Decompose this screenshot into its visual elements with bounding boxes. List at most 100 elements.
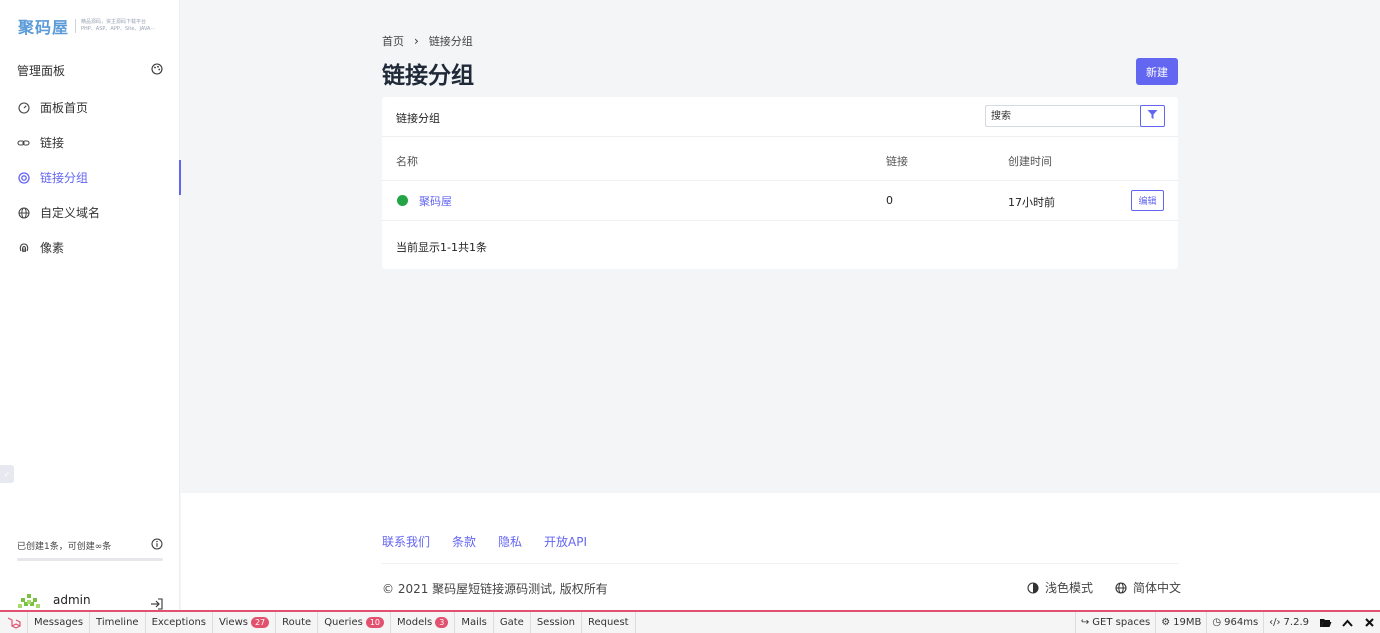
folder-open-icon[interactable]	[1314, 612, 1336, 633]
debug-tab-timeline[interactable]: Timeline	[90, 612, 146, 633]
code-icon: ‹/›	[1269, 617, 1281, 628]
footer-links: 联系我们 条款 隐私 开放API	[382, 533, 587, 550]
language-label: 简体中文	[1133, 581, 1182, 595]
user-name: admin	[53, 593, 91, 607]
clock-icon: ◷	[1212, 617, 1222, 628]
footer-settings: 浅色模式 简体中文	[1027, 579, 1181, 596]
sidebar-item-custom-domains[interactable]: 自定义域名	[0, 195, 180, 230]
edit-button[interactable]: 编辑	[1131, 190, 1164, 211]
debug-tab-route[interactable]: Route	[276, 612, 319, 633]
sidebar-item-links[interactable]: 链接	[0, 125, 180, 160]
chevron-up-icon[interactable]	[1336, 612, 1358, 633]
request-info[interactable]: ↪ GET spaces	[1074, 612, 1155, 633]
tab-label: Queries	[324, 617, 363, 628]
sidebar-item-label: 链接分组	[40, 171, 89, 185]
column-header-name: 名称	[396, 155, 418, 168]
debug-tab-queries[interactable]: Queries 10	[318, 612, 391, 633]
info-icon[interactable]	[151, 538, 163, 553]
count-badge: 10	[365, 617, 384, 628]
dashboard-icon	[17, 101, 30, 114]
breadcrumb-current: 链接分组	[428, 35, 473, 48]
filter-button[interactable]	[1140, 105, 1165, 127]
panel-title: 管理面板	[17, 62, 163, 79]
php-version-value: 7.2.9	[1283, 617, 1309, 628]
search-input[interactable]	[985, 105, 1141, 127]
contrast-icon	[1027, 581, 1039, 594]
sidebar-item-label: 像素	[40, 241, 65, 255]
card-header: 链接分组	[382, 97, 1178, 137]
memory-value: 19MB	[1173, 617, 1202, 628]
card-title: 链接分组	[396, 112, 440, 125]
links-count: 0	[886, 194, 893, 207]
quota-progress-bar	[17, 558, 163, 561]
sidebar-item-pixels[interactable]: 像素	[0, 230, 180, 265]
column-header-links: 链接	[886, 155, 908, 168]
sidebar-item-label: 面板首页	[40, 101, 89, 115]
logo[interactable]: 聚码屋 精品源码，资主源码下载平台 PHP、ASP、APP、Site、JAVA·…	[18, 14, 155, 38]
avatar	[17, 590, 41, 610]
sidebar-item-dashboard[interactable]: 面板首页	[0, 90, 180, 125]
request-label: GET spaces	[1092, 617, 1151, 628]
new-button[interactable]: 新建	[1136, 58, 1178, 85]
pagination-info: 当前显示1-1共1条	[396, 241, 487, 254]
status-dot	[397, 195, 408, 206]
globe-icon	[1115, 581, 1127, 594]
theme-label: 浅色模式	[1045, 581, 1094, 595]
quota-info: 已创建1条，可创建∞条	[17, 538, 163, 553]
debug-tab-exceptions[interactable]: Exceptions	[146, 612, 214, 633]
sidebar-item-label: 自定义域名	[40, 206, 101, 220]
breadcrumb-home[interactable]: 首页	[382, 33, 404, 49]
close-icon[interactable]	[1358, 612, 1380, 633]
link-groups-card: 链接分组 名称 链接 创建时间 聚码屋 0 17小时前 编辑 当前显示1-1共1…	[382, 97, 1178, 269]
check-icon: ✓	[3, 469, 11, 479]
user-profile[interactable]: admin	[17, 590, 163, 610]
link-icon	[17, 136, 30, 149]
count-badge: 3	[435, 617, 449, 628]
share-icon: ↪	[1080, 617, 1090, 628]
language-selector[interactable]: 简体中文	[1115, 579, 1181, 596]
debug-stats: ↪ GET spaces ⚙ 19MB ◷ 964ms ‹/› 7.2.9	[1074, 612, 1380, 633]
sidebar-item-link-groups[interactable]: 链接分组	[0, 160, 181, 195]
palette-icon[interactable]	[151, 63, 163, 78]
tab-label: Views	[219, 617, 248, 628]
debug-tab-messages[interactable]: Messages	[28, 612, 91, 633]
footer-link-terms[interactable]: 条款	[452, 533, 476, 550]
tab-label: Request	[587, 617, 629, 628]
logo-tagline: 精品源码，资主源码下载平台 PHP、ASP、APP、Site、JAVA···	[75, 19, 155, 33]
debug-tab-session[interactable]: Session	[531, 612, 582, 633]
filter-icon	[1147, 109, 1158, 123]
tab-label: Mails	[461, 617, 487, 628]
debug-tab-mails[interactable]: Mails	[455, 612, 494, 633]
tab-label: Messages	[34, 617, 84, 628]
debug-tab-views[interactable]: Views 27	[213, 612, 277, 633]
debug-tab-models[interactable]: Models 3	[391, 612, 456, 633]
group-name-link[interactable]: 聚码屋	[419, 193, 452, 209]
copyright: © 2021 聚码屋短链接源码测试, 版权所有	[382, 582, 608, 596]
footer-link-contact[interactable]: 联系我们	[382, 533, 430, 550]
quota-text: 已创建1条，可创建∞条	[17, 542, 112, 552]
tab-label: Models	[397, 617, 433, 628]
php-version: ‹/› 7.2.9	[1263, 612, 1314, 633]
collapse-tab[interactable]: ✓	[0, 465, 14, 483]
debug-tab-gate[interactable]: Gate	[494, 612, 531, 633]
column-header-created: 创建时间	[1008, 155, 1052, 168]
logo-tagline-line1: 精品源码，资主源码下载平台	[81, 19, 147, 25]
laravel-logo-icon[interactable]	[0, 612, 28, 633]
sidebar-item-label: 链接	[40, 136, 65, 150]
tab-label: Route	[282, 617, 312, 628]
panel-title-label: 管理面板	[17, 64, 66, 78]
fingerprint-icon	[17, 241, 30, 254]
breadcrumb: 首页 › 链接分组	[382, 33, 473, 49]
request-duration: ◷ 964ms	[1206, 612, 1263, 633]
globe-icon	[17, 206, 30, 219]
divider	[382, 180, 1178, 181]
debug-tab-request[interactable]: Request	[582, 612, 636, 633]
memory-usage: ⚙ 19MB	[1155, 612, 1206, 633]
footer-link-privacy[interactable]: 隐私	[498, 533, 522, 550]
tab-label: Timeline	[96, 617, 139, 628]
theme-toggle[interactable]: 浅色模式	[1027, 579, 1093, 596]
count-badge: 27	[250, 617, 270, 628]
sidebar: 聚码屋 精品源码，资主源码下载平台 PHP、ASP、APP、Site、JAVA·…	[0, 0, 181, 610]
main-content: 首页 › 链接分组 链接分组 新建 链接分组 名称 链接 创建时间 聚码屋 0 …	[181, 0, 1380, 493]
footer-link-api[interactable]: 开放API	[544, 533, 587, 550]
